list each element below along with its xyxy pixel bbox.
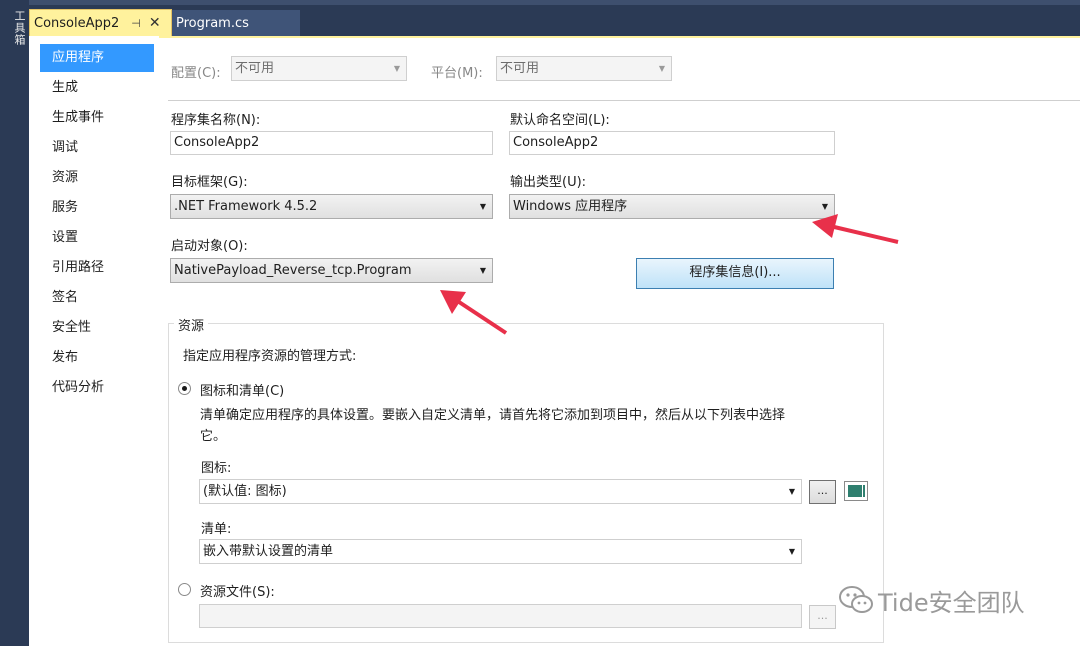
watermark: Tide安全团队: [838, 580, 1058, 620]
pin-icon[interactable]: ⊣: [131, 17, 141, 30]
output-type-label: 输出类型(U):: [510, 175, 587, 190]
chevron-down-icon: ▼: [821, 202, 828, 211]
toolbox-strip: 工具箱: [0, 0, 29, 646]
config-select[interactable]: 不可用 ▼: [231, 56, 407, 81]
chevron-down-icon: ▼: [658, 64, 665, 73]
resource-file-option-label[interactable]: 资源文件(S):: [200, 581, 275, 600]
nav-item-signing[interactable]: 签名: [40, 284, 154, 312]
nav-item-build-events[interactable]: 生成事件: [40, 104, 154, 132]
nav-active-arrow-icon: [143, 50, 151, 66]
config-select-value: 不可用: [235, 61, 275, 76]
nav-item-reference-paths[interactable]: 引用路径: [40, 254, 154, 282]
nav-item-services[interactable]: 服务: [40, 194, 154, 222]
startup-object-select[interactable]: NativePayload_Reverse_tcp.Program ▼: [170, 258, 493, 283]
icon-manifest-radio[interactable]: [178, 382, 191, 395]
assembly-name-label: 程序集名称(N):: [171, 113, 261, 128]
default-namespace-label: 默认命名空间(L):: [510, 113, 610, 128]
target-framework-select[interactable]: .NET Framework 4.5.2 ▼: [170, 194, 493, 219]
resource-file-browse-button[interactable]: ...: [809, 605, 836, 629]
chevron-down-icon: ▼: [393, 64, 400, 73]
config-label: 配置(C):: [171, 66, 221, 81]
icon-preview-window-shape: [848, 485, 862, 497]
tab-consoleapp2[interactable]: ConsoleApp2 ⊣ ✕: [29, 9, 172, 36]
icon-select-value: (默认值: 图标): [203, 484, 287, 499]
manifest-select[interactable]: 嵌入带默认设置的清单 ▼: [199, 539, 802, 564]
nav-item-application[interactable]: 应用程序: [40, 44, 154, 72]
icon-label: 图标:: [201, 461, 232, 476]
nav-item-publish[interactable]: 发布: [40, 344, 154, 372]
wechat-icon: [839, 586, 873, 613]
target-framework-value: .NET Framework 4.5.2: [174, 199, 318, 214]
tab-bar-top-line: [29, 0, 1080, 5]
output-type-value: Windows 应用程序: [513, 199, 628, 214]
nav-item-build[interactable]: 生成: [40, 74, 154, 102]
project-properties-page: 应用程序 生成 生成事件 调试 资源 服务 设置 引用路径 签名 安全性 发布 …: [29, 36, 1080, 646]
nav-item-resources[interactable]: 资源: [40, 164, 154, 192]
icon-manifest-help-line1: 清单确定应用程序的具体设置。要嵌入自定义清单，请首先将它添加到项目中，然后从以下…: [200, 408, 786, 423]
assembly-name-input[interactable]: ConsoleApp2: [170, 131, 493, 155]
close-icon[interactable]: ✕: [149, 15, 161, 31]
chevron-down-icon: ▼: [788, 547, 795, 556]
tab-consoleapp2-label: ConsoleApp2: [34, 15, 120, 31]
platform-select-value: 不可用: [500, 61, 540, 76]
application-icon-preview-icon: [844, 481, 868, 501]
resource-file-radio[interactable]: [178, 583, 191, 596]
platform-label: 平台(M):: [431, 66, 483, 81]
icon-manifest-option-label[interactable]: 图标和清单(C): [200, 380, 284, 399]
icon-manifest-help-line2: 它。: [200, 429, 227, 444]
nav-item-code-analysis[interactable]: 代码分析: [40, 374, 154, 402]
chevron-down-icon: ▼: [788, 487, 795, 496]
nav-item-security[interactable]: 安全性: [40, 314, 154, 342]
resources-group-title: 资源: [174, 315, 209, 334]
toolbox-tab[interactable]: 工具箱: [4, 4, 26, 52]
target-framework-label: 目标框架(G):: [171, 175, 248, 190]
properties-nav: 应用程序 生成 生成事件 调试 资源 服务 设置 引用路径 签名 安全性 发布 …: [29, 36, 159, 646]
manifest-label: 清单:: [201, 522, 232, 537]
watermark-text: Tide安全团队: [878, 588, 1025, 617]
startup-object-value: NativePayload_Reverse_tcp.Program: [174, 263, 412, 278]
output-type-select[interactable]: Windows 应用程序 ▼: [509, 194, 835, 219]
manifest-select-value: 嵌入带默认设置的清单: [203, 544, 334, 559]
icon-browse-button[interactable]: ...: [809, 480, 836, 504]
divider: [168, 100, 1080, 101]
document-tab-bar: ConsoleApp2 ⊣ ✕ Program.cs: [29, 0, 1080, 36]
chevron-down-icon: ▼: [479, 202, 486, 211]
nav-item-debug[interactable]: 调试: [40, 134, 154, 162]
startup-object-label: 启动对象(O):: [171, 239, 248, 254]
resource-file-input[interactable]: [199, 604, 802, 628]
platform-select[interactable]: 不可用 ▼: [496, 56, 672, 81]
nav-item-settings[interactable]: 设置: [40, 224, 154, 252]
assembly-info-button[interactable]: 程序集信息(I)...: [636, 258, 834, 289]
tab-program-cs-label: Program.cs: [176, 15, 249, 31]
tab-program-cs[interactable]: Program.cs: [172, 10, 300, 36]
tab-underline: [29, 36, 1080, 38]
chevron-down-icon: ▼: [479, 266, 486, 275]
icon-select[interactable]: (默认值: 图标) ▼: [199, 479, 802, 504]
default-namespace-input[interactable]: ConsoleApp2: [509, 131, 835, 155]
resources-description: 指定应用程序资源的管理方式:: [183, 349, 357, 364]
icon-preview-bar-shape: [863, 485, 865, 497]
